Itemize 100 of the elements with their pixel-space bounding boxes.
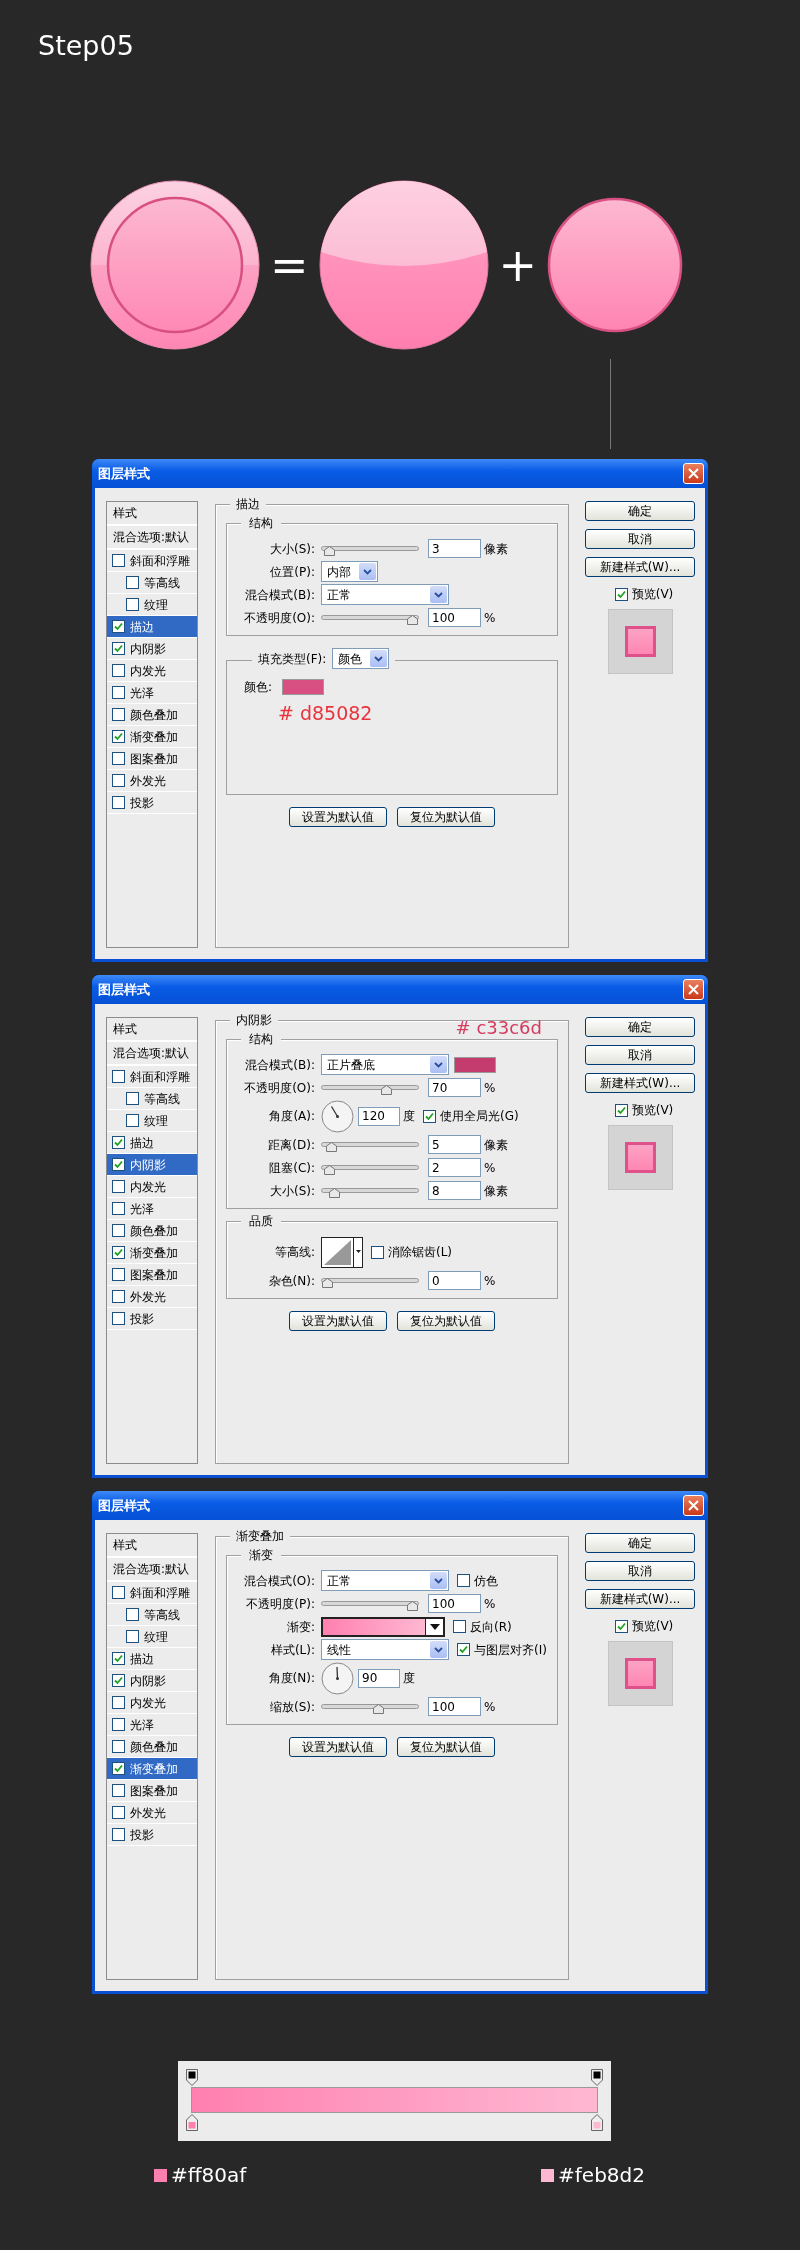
checkbox[interactable] — [112, 1696, 125, 1709]
checkbox[interactable] — [112, 1268, 125, 1281]
checkbox[interactable] — [112, 1806, 125, 1819]
style-list-item[interactable]: 纹理 — [107, 1626, 197, 1648]
checkbox[interactable] — [126, 1092, 139, 1105]
close-button[interactable] — [683, 979, 704, 1000]
checkbox[interactable] — [112, 1312, 125, 1325]
style-list-header[interactable]: 样式 — [107, 1018, 197, 1042]
checkbox[interactable] — [112, 1674, 125, 1687]
checkbox[interactable] — [112, 620, 125, 633]
checkbox[interactable] — [453, 1620, 466, 1633]
dialog-button[interactable]: 确定 — [585, 1017, 695, 1037]
checkbox[interactable] — [112, 642, 125, 655]
style-list-item[interactable]: 外发光 — [107, 1286, 197, 1308]
checkbox[interactable] — [457, 1643, 470, 1656]
input-field[interactable]: 100 — [428, 608, 481, 627]
checkbox[interactable] — [112, 1762, 125, 1775]
input-field[interactable]: 70 — [428, 1078, 481, 1097]
checkbox[interactable] — [126, 576, 139, 589]
checkbox[interactable] — [112, 796, 125, 809]
checkbox[interactable] — [112, 1784, 125, 1797]
style-list-item[interactable]: 内发光 — [107, 660, 197, 682]
slider-thumb[interactable] — [323, 546, 335, 556]
contour-picker[interactable] — [321, 1236, 363, 1268]
dialog-button[interactable]: 确定 — [585, 501, 695, 521]
style-list-item[interactable]: 斜面和浮雕 — [107, 1582, 197, 1604]
opacity-stop-icon[interactable] — [591, 2069, 603, 2086]
dialog-button[interactable]: 新建样式(W)... — [585, 557, 695, 577]
checkbox[interactable] — [126, 598, 139, 611]
style-list-item[interactable]: 外发光 — [107, 770, 197, 792]
checkbox[interactable] — [112, 774, 125, 787]
opacity-stop-icon[interactable] — [186, 2069, 198, 2086]
style-list-item[interactable]: 内阴影 — [107, 638, 197, 660]
checkbox[interactable] — [112, 1202, 125, 1215]
checkbox[interactable] — [371, 1245, 384, 1259]
style-list-header[interactable]: 混合选项:默认 — [107, 526, 197, 550]
checkbox[interactable] — [112, 1246, 125, 1259]
dropdown[interactable]: 线性 — [321, 1639, 449, 1660]
checkbox[interactable] — [112, 708, 125, 721]
input-field[interactable]: 90 — [358, 1668, 400, 1688]
dropdown[interactable]: 正常 — [321, 1570, 449, 1591]
dropdown[interactable]: 正片叠底 — [321, 1054, 449, 1075]
dialog-button[interactable]: 复位为默认值 — [397, 1311, 495, 1331]
input-field[interactable]: 100 — [428, 1594, 481, 1613]
dialog-button[interactable]: 取消 — [585, 1045, 695, 1065]
input-field[interactable]: 100 — [428, 1697, 481, 1716]
checkbox[interactable] — [112, 1718, 125, 1731]
angle-dial[interactable] — [321, 1661, 354, 1695]
color-stop-icon[interactable] — [591, 2114, 603, 2131]
dropdown[interactable]: 内部 — [321, 561, 378, 582]
style-list-item[interactable]: 投影 — [107, 792, 197, 814]
checkbox[interactable] — [126, 1608, 139, 1621]
color-swatch[interactable] — [282, 678, 324, 695]
style-list-item[interactable]: 光泽 — [107, 1198, 197, 1220]
checkbox[interactable] — [112, 1828, 125, 1841]
checkbox[interactable] — [112, 554, 125, 567]
slider-thumb[interactable] — [373, 1704, 384, 1714]
input-field[interactable]: 120 — [358, 1106, 400, 1126]
style-list-item[interactable]: 渐变叠加 — [107, 726, 197, 748]
style-list-item[interactable]: 光泽 — [107, 682, 197, 704]
checkbox[interactable] — [112, 686, 125, 699]
checkbox[interactable] — [112, 1070, 125, 1083]
dialog-button[interactable]: 确定 — [585, 1533, 695, 1553]
checkbox[interactable] — [112, 1136, 125, 1149]
style-list-item[interactable]: 内发光 — [107, 1176, 197, 1198]
style-list-item[interactable]: 描边 — [107, 616, 197, 638]
style-list-header[interactable]: 混合选项:默认 — [107, 1558, 197, 1582]
dialog-button[interactable]: 取消 — [585, 529, 695, 549]
slider-thumb[interactable] — [326, 1142, 338, 1152]
checkbox[interactable] — [457, 1574, 470, 1587]
checkbox[interactable] — [112, 1180, 125, 1193]
slider-thumb[interactable] — [322, 1278, 333, 1288]
gradient-picker[interactable] — [321, 1616, 445, 1637]
style-list-item[interactable]: 斜面和浮雕 — [107, 1066, 197, 1088]
style-list-item[interactable]: 内阴影 — [107, 1670, 197, 1692]
style-list-header[interactable]: 样式 — [107, 1534, 197, 1558]
style-list-header[interactable]: 混合选项:默认 — [107, 1042, 197, 1066]
style-list-item[interactable]: 图案叠加 — [107, 1264, 197, 1286]
style-list-item[interactable]: 等高线 — [107, 572, 197, 594]
checkbox[interactable] — [126, 1114, 139, 1127]
dialog-button[interactable]: 设置为默认值 — [289, 1737, 387, 1757]
style-list-item[interactable]: 渐变叠加 — [107, 1758, 197, 1780]
close-button[interactable] — [683, 1495, 704, 1516]
dropdown[interactable]: 正常 — [321, 584, 449, 605]
slider-thumb[interactable] — [323, 1165, 335, 1175]
checkbox[interactable] — [112, 752, 125, 765]
style-list-item[interactable]: 颜色叠加 — [107, 1220, 197, 1242]
style-list-item[interactable]: 内阴影 — [107, 1154, 197, 1176]
dropdown[interactable]: 颜色 — [332, 648, 390, 669]
dialog-button[interactable]: 复位为默认值 — [397, 807, 495, 827]
style-list-item[interactable]: 投影 — [107, 1308, 197, 1330]
style-list-item[interactable]: 外发光 — [107, 1802, 197, 1824]
color-stop-icon[interactable] — [186, 2114, 198, 2131]
style-list-item[interactable]: 渐变叠加 — [107, 1242, 197, 1264]
input-field[interactable]: 2 — [428, 1158, 481, 1177]
slider-thumb[interactable] — [407, 615, 418, 625]
dialog-button[interactable]: 设置为默认值 — [289, 1311, 387, 1331]
checkbox[interactable] — [614, 587, 628, 601]
input-field[interactable]: 0 — [428, 1271, 481, 1290]
checkbox[interactable] — [112, 730, 125, 743]
